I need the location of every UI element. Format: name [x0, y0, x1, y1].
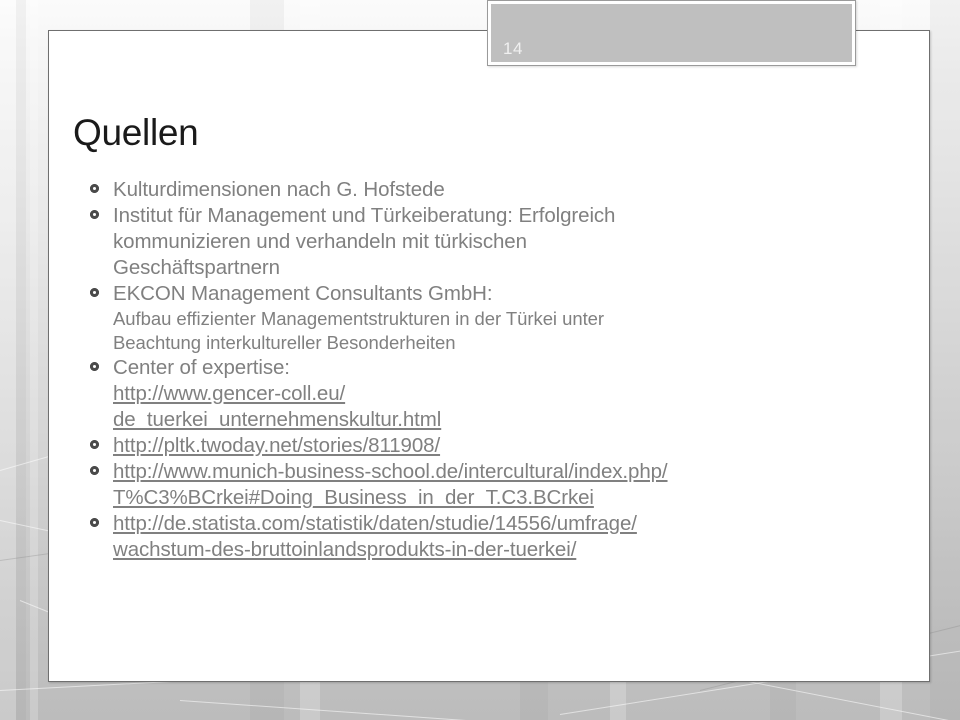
source-link[interactable]: http://pltk.twoday.net/stories/811908/	[113, 433, 891, 459]
bullet-ring-icon	[90, 210, 99, 219]
source-link[interactable]: de_tuerkei_unternehmenskultur.html	[113, 407, 891, 433]
list-item: http://pltk.twoday.net/stories/811908/	[71, 433, 891, 459]
source-text: Center of expertise:	[113, 356, 290, 379]
source-link[interactable]: http://www.munich-business-school.de/int…	[113, 459, 891, 485]
list-item: http://de.statista.com/statistik/daten/s…	[71, 511, 891, 563]
list-item: EKCON Management Consultants GmbH: Aufbau…	[71, 281, 891, 355]
source-text: kommunizieren und verhandeln mit türkisc…	[113, 230, 527, 253]
source-link[interactable]: T%C3%BCrkei#Doing_Business_in_der_T.C3.B…	[113, 485, 891, 511]
sources-list: Kulturdimensionen nach G. Hofstede Instit…	[71, 177, 891, 563]
list-item: Center of expertise: http://www.gencer-co…	[71, 355, 891, 433]
source-text: Institut für Management und Türkeiberatu…	[113, 204, 616, 227]
source-link[interactable]: http://www.gencer-coll.eu/	[113, 381, 891, 407]
list-item: http://www.munich-business-school.de/int…	[71, 459, 891, 511]
list-item: Kulturdimensionen nach G. Hofstede	[71, 177, 891, 203]
list-item: Institut für Management und Türkeiberatu…	[71, 203, 891, 281]
header-placeholder-box: 14	[487, 0, 856, 66]
bullet-ring-icon	[90, 288, 99, 297]
page-number: 14	[503, 39, 523, 58]
presentation-slide: 14 Quellen Kulturdimensionen nach G. Hof…	[48, 0, 930, 682]
source-text: Kulturdimensionen nach G. Hofstede	[113, 178, 445, 201]
source-text: Beachtung interkultureller Besonderheite…	[113, 332, 456, 353]
bullet-ring-icon	[90, 518, 99, 527]
header-placeholder-fill: 14	[491, 4, 852, 62]
source-text: Aufbau effizienter Managementstrukturen …	[113, 308, 605, 329]
bullet-ring-icon	[90, 466, 99, 475]
source-link[interactable]: http://de.statista.com/statistik/daten/s…	[113, 511, 891, 537]
bullet-ring-icon	[90, 362, 99, 371]
bullet-ring-icon	[90, 184, 99, 193]
source-text: Geschäftspartnern	[113, 256, 280, 279]
page-title: Quellen	[73, 111, 199, 153]
source-link[interactable]: wachstum-des-bruttoinlandsprodukts-in-de…	[113, 537, 891, 563]
bullet-ring-icon	[90, 440, 99, 449]
source-text: EKCON Management Consultants GmbH:	[113, 282, 493, 305]
